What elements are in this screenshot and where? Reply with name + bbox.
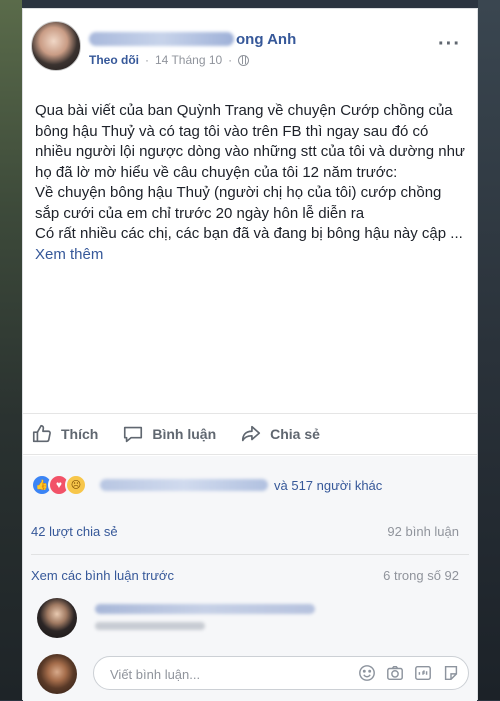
author-name-row[interactable]: ong Anh (89, 29, 296, 49)
view-previous-comments-link[interactable]: Xem các bình luận trước (31, 568, 174, 583)
comment-box[interactable] (93, 656, 469, 691)
gif-icon[interactable] (414, 664, 432, 682)
meta-separator-2: · (228, 53, 233, 67)
action-bar: Thích Bình luận Chia sẻ (23, 413, 477, 455)
current-user-avatar (37, 654, 77, 694)
post-date[interactable]: 14 Tháng 10 (155, 53, 222, 67)
post-paragraph: Về chuyện bông hậu Thuỷ (người chị họ củ… (35, 184, 442, 222)
comment-icon (124, 426, 143, 443)
reactions-summary[interactable]: 👍 ♥ ☹ và 517 người khác (31, 474, 382, 496)
comment-text-redacted (95, 604, 315, 614)
like-button[interactable]: Thích (31, 423, 98, 445)
previous-comments-row: Xem các bình luận trước 6 trong số 92 (31, 568, 459, 583)
write-comment-row (31, 652, 471, 696)
divider (31, 554, 469, 555)
post-paragraph: Có rất nhiều các chị, các bạn đã và đang… (35, 224, 465, 265)
likers-names-redacted (100, 479, 268, 491)
background-right (478, 0, 500, 700)
shares-count[interactable]: 42 lượt chia sẻ (31, 524, 118, 539)
post-header: ong Anh Theo dõi · 14 Tháng 10 · ··· (23, 9, 477, 81)
post-meta: Theo dõi · 14 Tháng 10 · (89, 53, 250, 67)
like-icon (32, 424, 51, 443)
author-avatar[interactable] (31, 21, 81, 71)
see-more-link[interactable]: Xem thêm (35, 246, 103, 263)
emoji-icon[interactable] (358, 664, 376, 682)
globe-icon (238, 54, 250, 66)
commenter-avatar[interactable] (37, 598, 77, 638)
post-paragraph: Qua bài viết của ban Quỳnh Trang về chuy… (35, 102, 465, 181)
sticker-icon[interactable] (442, 664, 460, 682)
comment-meta-redacted (95, 622, 205, 630)
more-icon[interactable]: ··· (438, 34, 461, 54)
post-paragraph-text: Có rất nhiều các chị, các bạn đã và đang… (35, 225, 463, 242)
like-label: Thích (61, 426, 99, 442)
post-footer: 👍 ♥ ☹ và 517 người khác 42 lượt chia sẻ … (23, 456, 477, 701)
comment-box-icons (358, 664, 460, 682)
meta-separator: · (145, 53, 149, 67)
sad-reaction-icon: ☹ (65, 474, 87, 496)
background-left (0, 0, 22, 700)
comment-button[interactable]: Bình luận (122, 423, 216, 445)
author-name[interactable]: ong Anh (236, 31, 296, 48)
share-button[interactable]: Chia sẻ (240, 423, 320, 445)
share-icon (242, 425, 261, 442)
reaction-count-text[interactable]: và 517 người khác (274, 478, 382, 493)
post-card: ong Anh Theo dõi · 14 Tháng 10 · ··· Qua… (22, 8, 478, 701)
camera-icon[interactable] (386, 664, 404, 682)
comment-label: Bình luận (152, 426, 217, 442)
share-label: Chia sẻ (270, 426, 320, 442)
post-text: Qua bài viết của ban Quỳnh Trang về chuy… (35, 101, 465, 265)
comment-item (31, 596, 471, 640)
comments-page-count: 6 trong số 92 (383, 568, 459, 583)
comments-count[interactable]: 92 bình luận (387, 524, 459, 539)
author-name-redacted (89, 32, 234, 46)
comment-input[interactable] (108, 657, 322, 691)
follow-link[interactable]: Theo dõi (89, 53, 139, 67)
post-stats: 42 lượt chia sẻ 92 bình luận (31, 524, 459, 539)
